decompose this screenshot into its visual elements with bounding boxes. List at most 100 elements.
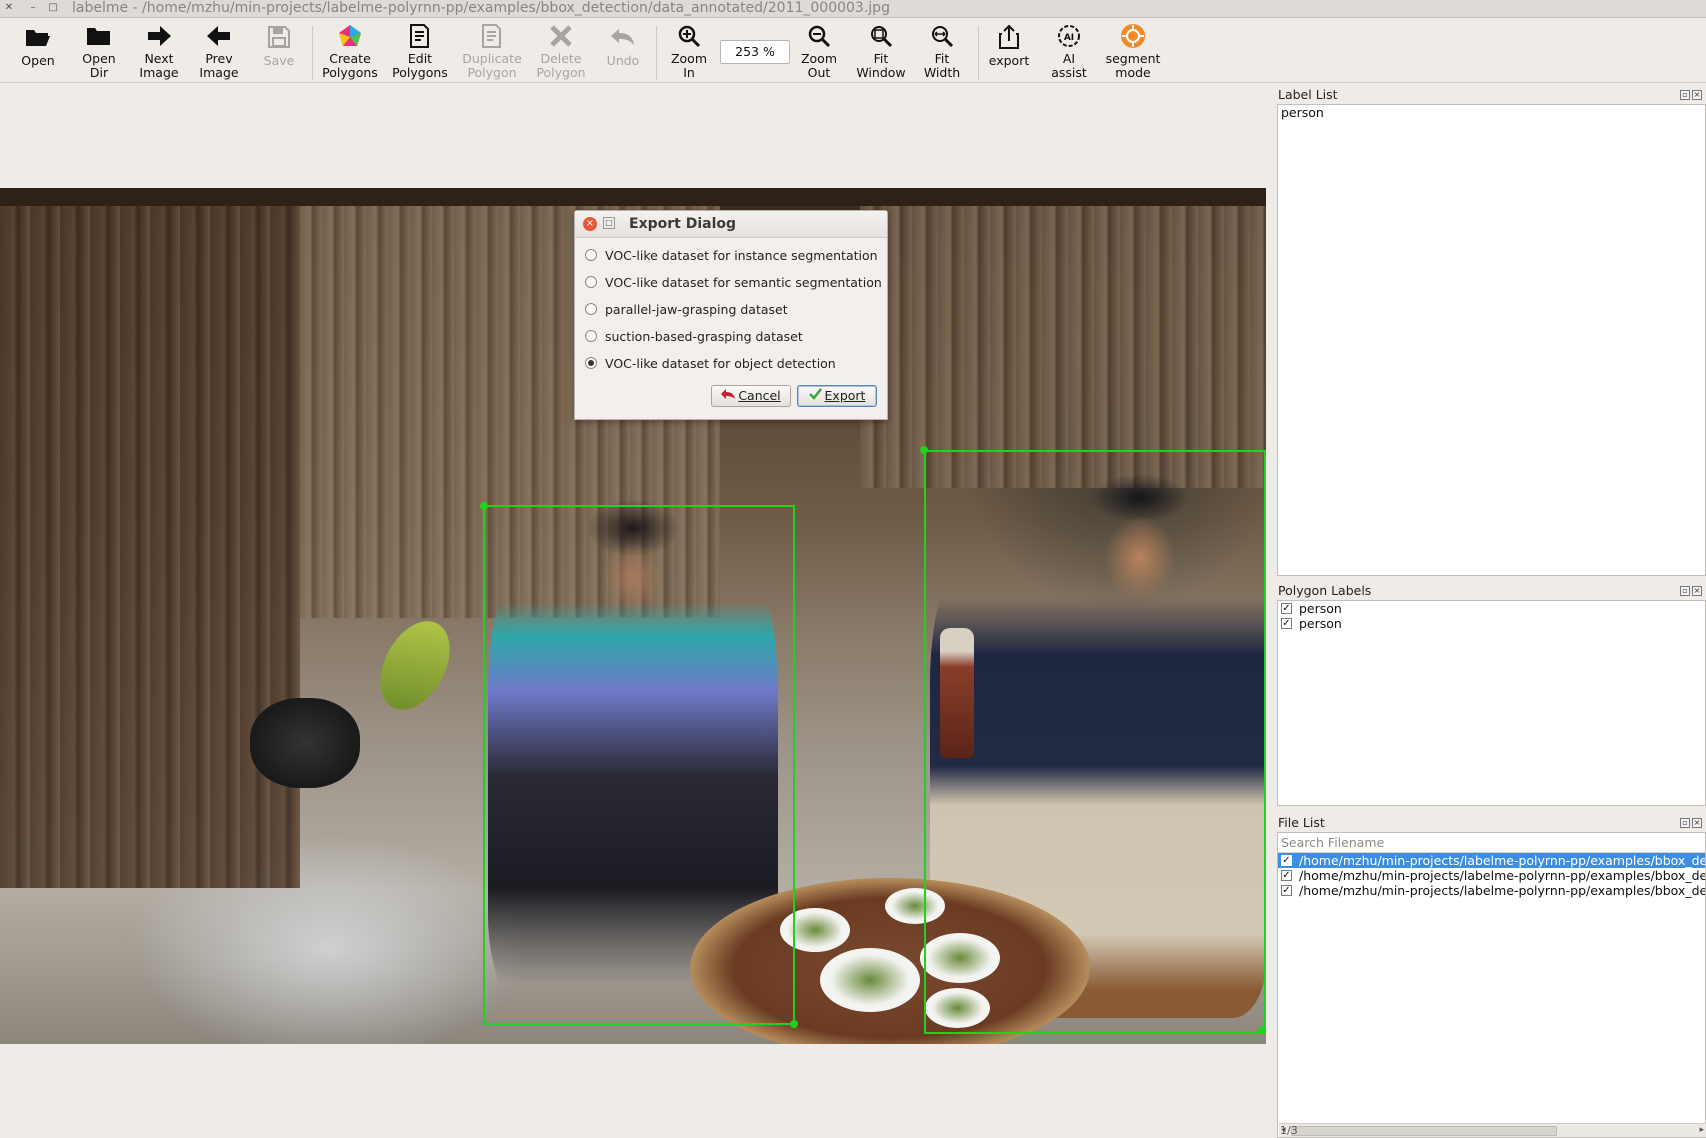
arrow-left-icon — [204, 22, 234, 50]
option-label: parallel-jaw-grasping dataset — [605, 301, 788, 317]
radio-button[interactable] — [585, 249, 597, 261]
fit-window-button[interactable]: Fit Window — [856, 22, 906, 80]
open-dir-button[interactable]: Open Dir — [78, 22, 120, 80]
toolbar-separator — [312, 26, 313, 80]
create-polygons-button[interactable]: Create Polygons — [320, 22, 380, 80]
zoom-in-button[interactable]: Zoom In — [668, 22, 710, 80]
checkbox-checked[interactable]: ✓ — [1281, 885, 1292, 896]
fit-width-button[interactable]: Fit Width — [918, 22, 966, 80]
search-filename-input[interactable]: Search Filename — [1278, 833, 1705, 853]
option-voc-object-detection[interactable]: VOC-like dataset for object detection — [585, 353, 836, 373]
file-list-title: File List — [1278, 815, 1325, 830]
dock-float-button[interactable]: ▫ — [1680, 90, 1690, 100]
checkbox-checked[interactable]: ✓ — [1281, 618, 1292, 629]
label-list-panel: Label List ▫ × person — [1276, 86, 1706, 576]
option-suction-based-grasping[interactable]: suction-based-grasping dataset — [585, 326, 803, 346]
bbox-vertex[interactable] — [1258, 1026, 1266, 1034]
file-path-text: /home/mzhu/min-projects/labelme-polyrnn-… — [1299, 868, 1705, 883]
folder-open-icon — [23, 22, 53, 52]
dock-float-button[interactable]: ▫ — [1680, 818, 1690, 828]
checkbox-checked[interactable]: ✓ — [1281, 870, 1292, 881]
zoom-out-button[interactable]: Zoom Out — [798, 22, 840, 80]
export-button[interactable]: export — [986, 22, 1032, 80]
folder-icon — [84, 22, 114, 50]
radio-button[interactable] — [585, 276, 597, 288]
save-button[interactable]: Save — [258, 22, 300, 80]
zoom-in-icon — [674, 22, 704, 50]
file-list[interactable]: Search Filename ✓ /home/mzhu/min-project… — [1277, 832, 1706, 1138]
radio-button[interactable] — [585, 303, 597, 315]
segment-icon — [1118, 22, 1148, 50]
checkbox-checked[interactable]: ✓ — [1281, 855, 1292, 866]
cancel-button[interactable]: Cancel — [711, 385, 791, 407]
file-list-item[interactable]: ✓ /home/mzhu/min-projects/labelme-polyrn… — [1278, 868, 1705, 883]
option-label: VOC-like dataset for instance segmentati… — [605, 247, 878, 263]
polygon-labels-list[interactable]: ✓ person ✓ person — [1277, 600, 1706, 806]
segment-mode-button[interactable]: segment mode — [1104, 22, 1162, 80]
prev-image-button[interactable]: Prev Image — [196, 22, 242, 80]
checkbox-checked[interactable]: ✓ — [1281, 603, 1292, 614]
dialog-close-button[interactable]: × — [583, 217, 597, 231]
delete-x-icon — [546, 22, 576, 50]
next-image-button[interactable]: Next Image — [136, 22, 182, 80]
zoom-out-icon — [804, 22, 834, 50]
bbox-vertex[interactable] — [920, 446, 928, 454]
cancel-label: Cancel — [738, 388, 781, 403]
dialog-maximize-button[interactable]: □ — [603, 217, 615, 229]
dialog-title: Export Dialog — [629, 216, 737, 232]
photo-papaya — [366, 609, 464, 722]
fit-window-icon — [866, 22, 896, 50]
dock-close-button[interactable]: × — [1692, 90, 1702, 100]
radio-button[interactable] — [585, 330, 597, 342]
zoom-level-input[interactable]: 253 % — [720, 40, 790, 64]
toolbar-separator — [656, 26, 657, 80]
file-list-item[interactable]: ✓ /home/mzhu/min-projects/labelme-polyrn… — [1278, 883, 1705, 898]
svg-text:AI: AI — [1064, 33, 1074, 43]
ai-brain-icon: AI — [1054, 22, 1084, 50]
option-voc-semantic-segmentation[interactable]: VOC-like dataset for semantic segmentati… — [585, 272, 882, 292]
option-parallel-jaw-grasping[interactable]: parallel-jaw-grasping dataset — [585, 299, 788, 319]
delete-polygon-button[interactable]: Delete Polygon — [532, 22, 590, 80]
file-path-text: /home/mzhu/min-projects/labelme-polyrnn-… — [1299, 883, 1705, 898]
radio-button-selected[interactable] — [585, 357, 597, 369]
option-voc-instance-segmentation[interactable]: VOC-like dataset for instance segmentati… — [585, 245, 878, 265]
horizontal-scrollbar[interactable]: ◂ ▸ — [1279, 1123, 1706, 1137]
bbox-vertex[interactable] — [480, 502, 488, 510]
dock-close-button[interactable]: × — [1692, 818, 1702, 828]
photo-bowl — [820, 948, 920, 1012]
undo-button[interactable]: Undo — [602, 22, 644, 80]
window-minimize-button[interactable]: – — [27, 2, 39, 14]
photo-wall-right — [860, 188, 1266, 488]
option-label: VOC-like dataset for object detection — [605, 355, 836, 371]
dock-float-button[interactable]: ▫ — [1680, 586, 1690, 596]
ai-assist-button[interactable]: AI AI assist — [1046, 22, 1092, 80]
bbox-vertex[interactable] — [790, 1020, 798, 1028]
bbox-person-1[interactable] — [483, 505, 795, 1025]
dialog-titlebar: × □ Export Dialog — [575, 211, 887, 238]
dock-close-button[interactable]: × — [1692, 586, 1702, 596]
window-close-button[interactable]: ✕ — [3, 2, 15, 14]
label-list[interactable]: person — [1277, 104, 1706, 576]
list-item[interactable]: ✓ person — [1278, 616, 1705, 631]
edit-polygons-button[interactable]: Edit Polygons — [390, 22, 450, 80]
duplicate-polygon-button[interactable]: Duplicate Polygon — [460, 22, 524, 80]
scrollbar-thumb[interactable] — [1291, 1126, 1557, 1136]
window-maximize-button[interactable]: □ — [47, 2, 59, 14]
bbox-person-2[interactable] — [924, 450, 1266, 1034]
file-list-item-selected[interactable]: ✓ /home/mzhu/min-projects/labelme-polyrn… — [1278, 853, 1705, 868]
photo-wall-left — [0, 188, 300, 888]
open-button[interactable]: Open — [18, 22, 58, 80]
edit-document-icon — [405, 22, 435, 50]
polygon-labels-panel: Polygon Labels ▫ × ✓ person ✓ person — [1276, 582, 1706, 806]
list-item[interactable]: person — [1278, 105, 1705, 120]
arrow-right-icon — [144, 22, 174, 50]
scroll-right-icon[interactable]: ▸ — [1699, 1124, 1704, 1137]
list-item[interactable]: ✓ person — [1278, 601, 1705, 616]
file-counter: 1/3 — [1280, 1124, 1298, 1137]
share-export-icon — [994, 22, 1024, 52]
file-path-text: /home/mzhu/min-projects/labelme-polyrnn-… — [1299, 853, 1705, 868]
polygon-label-text: person — [1299, 601, 1342, 616]
export-confirm-button[interactable]: Export — [797, 385, 877, 407]
undo-arrow-icon — [721, 386, 736, 406]
file-list-panel: File List ▫ × Search Filename ✓ /home/mz… — [1276, 814, 1706, 1138]
